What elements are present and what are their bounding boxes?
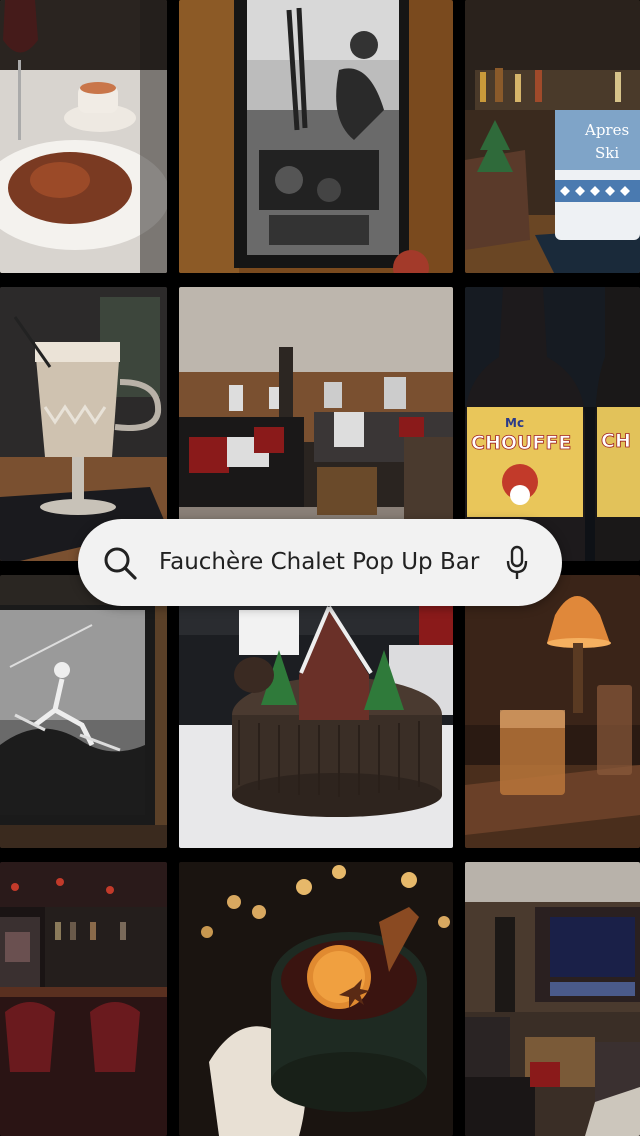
photo-fireplace-lounge[interactable]	[465, 862, 640, 1136]
bottle-text-mc: Mc	[505, 416, 524, 430]
bottle-text-chouffe: CHOUFFE	[471, 432, 571, 454]
photo-mulled-wine[interactable]	[179, 862, 453, 1136]
photo-bar-interior[interactable]	[0, 862, 167, 1136]
microphone-icon[interactable]	[506, 545, 528, 581]
search-icon[interactable]	[102, 545, 138, 581]
photo-apres-ski-mug[interactable]: Apres Ski	[465, 0, 640, 273]
photo-chalet-centerpiece[interactable]	[179, 575, 453, 848]
search-query[interactable]: Fauchère Chalet Pop Up Bar	[159, 545, 479, 579]
photo-dinner-plate[interactable]	[0, 0, 167, 273]
search-bar[interactable]: Fauchère Chalet Pop Up Bar	[78, 519, 562, 606]
photo-ski-poster[interactable]	[179, 0, 453, 273]
mug-text-ski: Ski	[595, 144, 619, 162]
photo-skier-poster[interactable]	[0, 575, 167, 848]
bottle-text-ch: CH	[601, 430, 631, 452]
mug-text-apres: Apres	[584, 121, 629, 139]
photo-whisky-lamp[interactable]	[465, 575, 640, 848]
